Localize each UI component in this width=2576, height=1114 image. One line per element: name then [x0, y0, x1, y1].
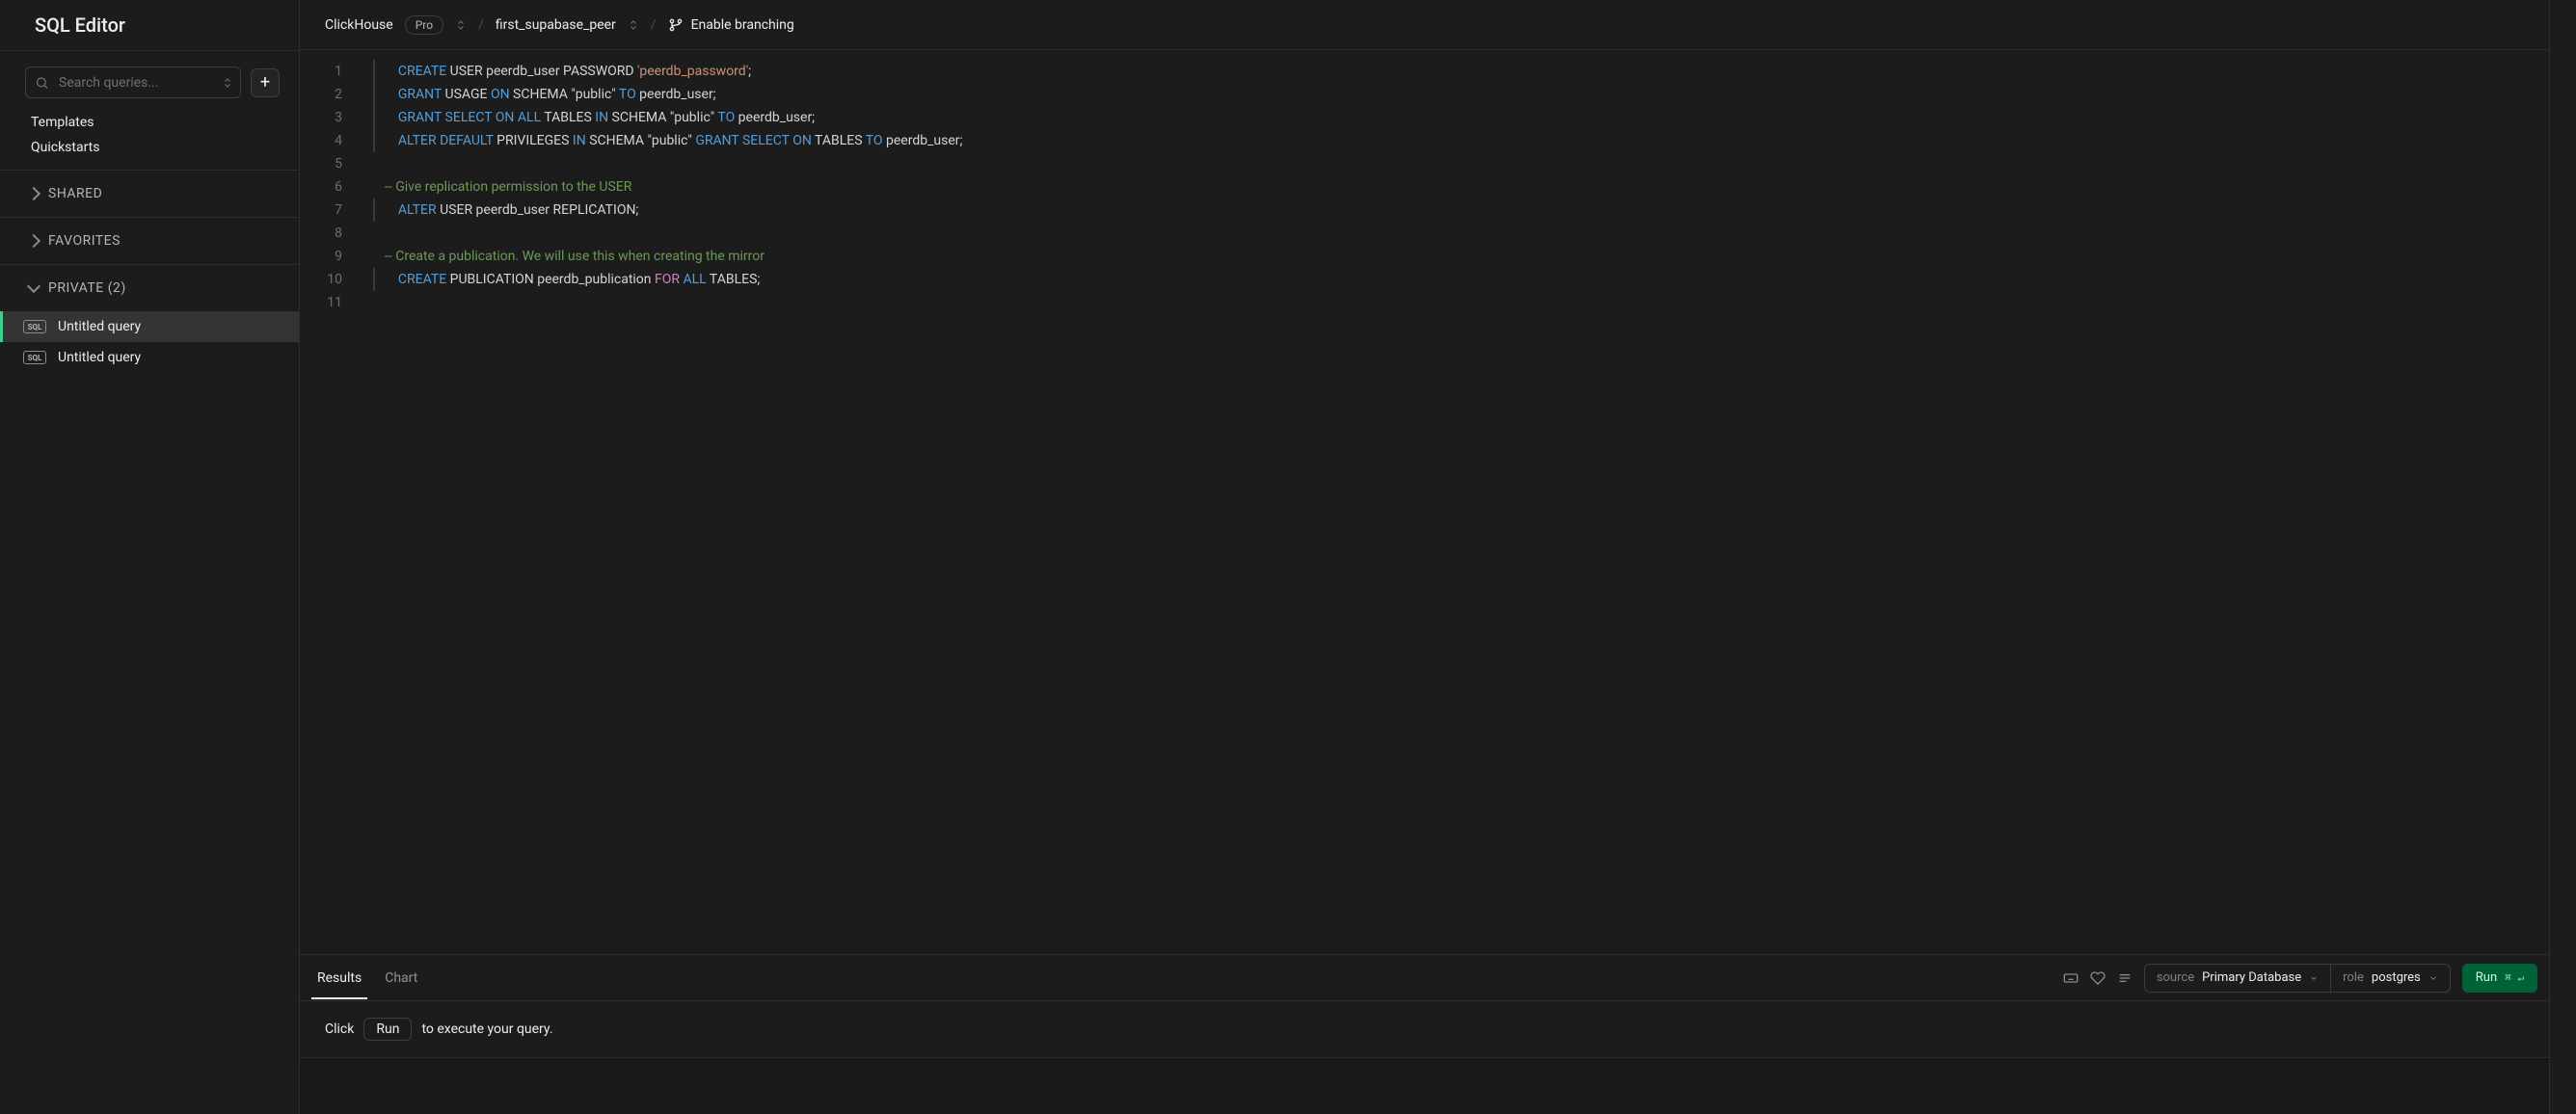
- code-line[interactable]: ALTER DEFAULT PRIVILEGES IN SCHEMA "publ…: [373, 129, 2536, 152]
- private-list: SQL Untitled query SQL Untitled query: [0, 311, 299, 373]
- role-segment[interactable]: role postgres: [2330, 965, 2450, 992]
- code-area[interactable]: CREATE USER peerdb_user PASSWORD 'peerdb…: [360, 50, 2549, 954]
- right-strip: [2549, 0, 2576, 1114]
- separator: /: [651, 17, 657, 33]
- section-label: FAVORITES: [48, 233, 121, 249]
- hint-pre: Click: [325, 1021, 354, 1037]
- code-line[interactable]: [373, 291, 2536, 314]
- section-favorites[interactable]: FAVORITES: [0, 218, 299, 265]
- gutter: 1234567891011: [300, 50, 360, 954]
- chevron-down-icon: [2428, 973, 2438, 983]
- lines-icon[interactable]: [2117, 970, 2133, 986]
- hint-pill: Run: [363, 1018, 412, 1041]
- hint-post: to execute your query.: [421, 1021, 552, 1037]
- code-line[interactable]: GRANT USAGE ON SCHEMA "public" TO peerdb…: [373, 83, 2536, 106]
- templates-link[interactable]: Templates: [0, 110, 299, 135]
- run-button[interactable]: Run ⌘ ↵: [2462, 964, 2537, 993]
- heart-icon[interactable]: [2090, 970, 2106, 986]
- code-line[interactable]: -- Give replication permission to the US…: [373, 175, 2536, 199]
- section-private[interactable]: PRIVATE (2): [0, 265, 299, 311]
- query-label: Untitled query: [58, 350, 141, 365]
- source-segment[interactable]: source Primary Database: [2145, 965, 2330, 992]
- code-line[interactable]: CREATE PUBLICATION peerdb_publication FO…: [373, 268, 2536, 291]
- topbar: ClickHouse Pro / first_supabase_peer / E…: [300, 0, 2549, 50]
- source-value: Primary Database: [2202, 970, 2301, 985]
- run-shortcut: ⌘ ↵: [2505, 971, 2524, 984]
- chevron-sort-icon[interactable]: [222, 77, 233, 89]
- chevron-right-icon: [27, 234, 40, 248]
- code-line[interactable]: [373, 222, 2536, 245]
- section-shared[interactable]: SHARED: [0, 171, 299, 218]
- source-label: source: [2157, 970, 2194, 985]
- plan-badge: Pro: [405, 15, 443, 35]
- branch-icon: [668, 17, 684, 33]
- sidebar-item-query[interactable]: SQL Untitled query: [0, 342, 299, 373]
- search-input[interactable]: [25, 66, 241, 98]
- enable-branching-button[interactable]: Enable branching: [668, 17, 794, 33]
- project-name[interactable]: ClickHouse: [325, 17, 393, 33]
- section-label: PRIVATE (2): [48, 280, 126, 296]
- tab-chart[interactable]: Chart: [379, 957, 423, 999]
- run-label: Run: [2476, 970, 2497, 985]
- code-line[interactable]: CREATE USER peerdb_user PASSWORD 'peerdb…: [373, 60, 2536, 83]
- main: ClickHouse Pro / first_supabase_peer / E…: [300, 0, 2549, 1114]
- code-line[interactable]: -- Create a publication. We will use thi…: [373, 245, 2536, 268]
- role-label: role: [2343, 970, 2364, 985]
- chevron-sort-icon[interactable]: [628, 18, 639, 32]
- app-title: SQL Editor: [0, 0, 299, 51]
- search-icon: [35, 75, 49, 90]
- tab-results[interactable]: Results: [311, 957, 367, 999]
- results-empty: [300, 1058, 2549, 1114]
- code-line[interactable]: GRANT SELECT ON ALL TABLES IN SCHEMA "pu…: [373, 106, 2536, 129]
- sidebar-item-query[interactable]: SQL Untitled query: [0, 311, 299, 342]
- code-line[interactable]: [373, 152, 2536, 175]
- sidebar: SQL Editor + Templates Quickstarts SHARE…: [0, 0, 300, 1114]
- section-label: SHARED: [48, 186, 102, 201]
- chevron-down-icon: [27, 279, 40, 293]
- keyboard-icon[interactable]: [2063, 970, 2079, 986]
- results-hint: Click Run to execute your query.: [300, 1000, 2549, 1058]
- sql-icon: SQL: [23, 320, 46, 333]
- chevron-right-icon: [27, 187, 40, 200]
- chevron-down-icon: [2309, 973, 2319, 983]
- query-label: Untitled query: [58, 319, 141, 334]
- results-bar: Results Chart source Primary Database ro…: [300, 954, 2549, 1000]
- peer-name[interactable]: first_supabase_peer: [496, 17, 616, 33]
- chevron-sort-icon[interactable]: [455, 18, 467, 32]
- quickstarts-link[interactable]: Quickstarts: [0, 135, 299, 160]
- editor[interactable]: 1234567891011 CREATE USER peerdb_user PA…: [300, 50, 2549, 954]
- new-query-button[interactable]: +: [251, 68, 280, 97]
- search-row: +: [0, 51, 299, 110]
- role-value: postgres: [2372, 970, 2421, 985]
- sql-icon: SQL: [23, 351, 46, 364]
- branch-label: Enable branching: [691, 17, 794, 33]
- code-line[interactable]: ALTER USER peerdb_user REPLICATION;: [373, 199, 2536, 222]
- separator: /: [478, 17, 484, 33]
- source-selector: source Primary Database role postgres: [2144, 964, 2451, 993]
- search-box: [25, 66, 241, 98]
